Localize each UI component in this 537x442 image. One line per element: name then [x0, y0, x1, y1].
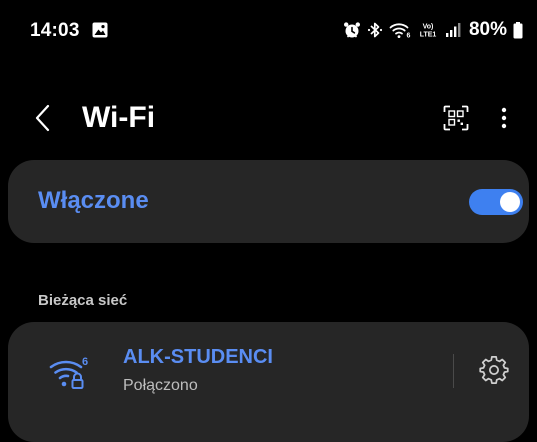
alarm-icon [343, 22, 360, 38]
current-network-card[interactable]: 6 ALK-STUDENCI Połączono [8, 322, 529, 442]
volte-top-text: Vo) [423, 24, 434, 31]
network-settings-button[interactable] [476, 352, 512, 388]
battery-icon [513, 22, 523, 39]
network-status: Połączono [123, 377, 198, 394]
status-time: 14:03 [30, 20, 80, 41]
wifi-status-icon: 6 [389, 23, 410, 40]
toggle-knob [500, 192, 520, 212]
wifi-toggle-card[interactable]: Włączone [8, 160, 529, 243]
bluetooth-icon [367, 22, 383, 38]
qr-code-icon [443, 105, 469, 131]
more-vert-icon [501, 107, 507, 129]
gallery-icon [92, 22, 108, 38]
status-icons: 6 Vo) LTE1 80% [343, 18, 523, 42]
svg-text:6: 6 [406, 33, 410, 40]
wifi-6-secured-icon: 6 [49, 356, 88, 389]
wifi-toggle-switch[interactable] [469, 189, 523, 215]
battery-percentage: 80% [468, 19, 507, 40]
card-divider [453, 354, 454, 388]
app-header: Wi-Fi [0, 86, 537, 150]
current-network-section-header: Bieżąca sieć [38, 292, 128, 309]
back-button[interactable] [28, 100, 58, 136]
wifi-toggle-label: Włączone [38, 187, 149, 214]
status-bar: 14:03 6 Vo) LTE1 80% [0, 0, 537, 56]
wifi-6-badge: 6 [82, 356, 88, 368]
volte-icon: Vo) LTE1 [420, 24, 437, 39]
gear-icon [479, 356, 509, 384]
network-name: ALK-STUDENCI [123, 346, 273, 368]
qr-code-button[interactable] [440, 102, 472, 134]
more-options-button[interactable] [492, 100, 516, 136]
signal-icon [445, 23, 461, 37]
page-title: Wi-Fi [82, 101, 156, 134]
chevron-left-icon [35, 104, 50, 132]
volte-bottom-text: LTE1 [420, 32, 437, 39]
